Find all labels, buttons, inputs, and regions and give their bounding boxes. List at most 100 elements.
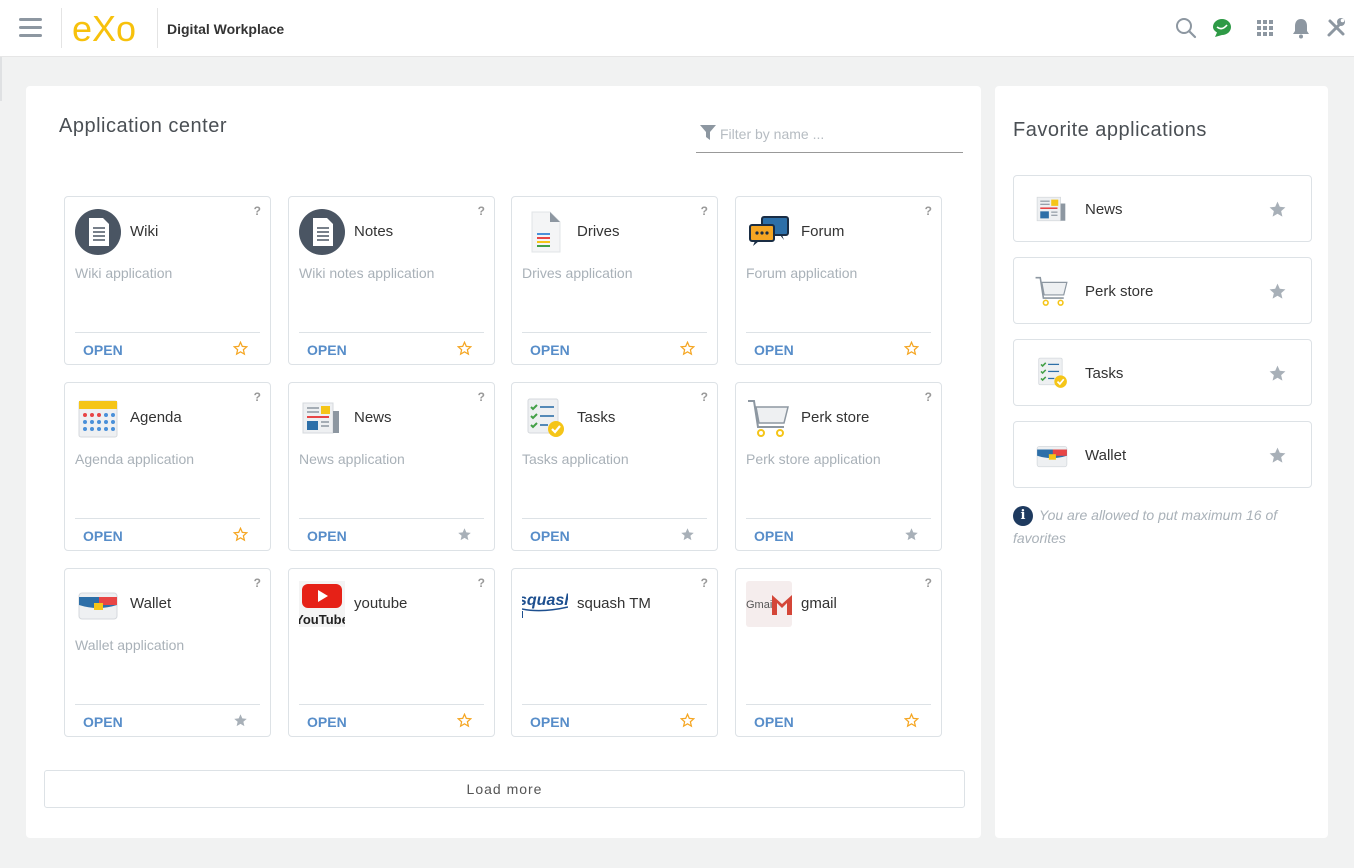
notes-icon (299, 209, 345, 255)
side-drawer-handle[interactable] (0, 57, 2, 101)
top-navigation-bar: eXo Digital Workplace (0, 0, 1354, 57)
help-icon[interactable]: ? (701, 204, 708, 218)
app-name[interactable]: Perk store (801, 409, 869, 426)
perk-store-icon (1035, 276, 1068, 306)
filter-input[interactable] (720, 122, 960, 146)
help-icon[interactable]: ? (254, 390, 261, 404)
app-description: Perk store application (746, 451, 881, 467)
help-icon[interactable]: ? (254, 204, 261, 218)
favorites-limit-text: You are allowed to put maximum 16 of fav… (1013, 507, 1278, 546)
load-more-button[interactable]: Load more (44, 770, 965, 808)
favorite-name: Perk store (1085, 283, 1154, 300)
star-outline-icon[interactable] (680, 341, 695, 356)
app-card-wallet: ? Wallet Wallet application OPEN (64, 568, 271, 737)
admin-tools-icon[interactable] (1325, 17, 1347, 39)
favorite-item-tasks[interactable]: Tasks (1013, 339, 1312, 406)
star-outline-icon[interactable] (233, 527, 248, 542)
card-divider (75, 332, 260, 333)
star-outline-icon[interactable] (233, 341, 248, 356)
app-name[interactable]: gmail (801, 595, 837, 612)
star-filled-icon[interactable] (680, 527, 695, 542)
help-icon[interactable]: ? (925, 576, 932, 590)
youtube-icon: YouTube (299, 581, 345, 627)
star-filled-icon[interactable] (1268, 446, 1287, 465)
favorite-applications-panel: Favorite applications News Perk store Ta… (995, 86, 1328, 838)
app-name[interactable]: Tasks (577, 409, 615, 426)
open-app-button[interactable]: OPEN (530, 528, 570, 544)
star-outline-icon[interactable] (457, 713, 472, 728)
help-icon[interactable]: ? (478, 390, 485, 404)
star-filled-icon[interactable] (904, 527, 919, 542)
app-description: Drives application (522, 265, 633, 281)
open-app-button[interactable]: OPEN (754, 342, 794, 358)
open-app-button[interactable]: OPEN (83, 528, 123, 544)
star-outline-icon[interactable] (457, 341, 472, 356)
open-app-button[interactable]: OPEN (307, 714, 347, 730)
filter-field[interactable] (696, 122, 963, 153)
apps-grid-icon[interactable] (1254, 17, 1276, 39)
favorite-item-wallet[interactable]: Wallet (1013, 421, 1312, 488)
help-icon[interactable]: ? (701, 576, 708, 590)
wallet-icon (1036, 446, 1068, 468)
brand-name[interactable]: Digital Workplace (167, 21, 284, 37)
header-divider (61, 8, 62, 48)
open-app-button[interactable]: OPEN (307, 528, 347, 544)
star-filled-icon[interactable] (457, 527, 472, 542)
help-icon[interactable]: ? (478, 576, 485, 590)
card-divider (522, 704, 707, 705)
star-filled-icon[interactable] (233, 713, 248, 728)
app-description: Tasks application (522, 451, 629, 467)
star-filled-icon[interactable] (1268, 364, 1287, 383)
news-icon (302, 402, 339, 434)
header-divider (157, 8, 158, 48)
open-app-button[interactable]: OPEN (530, 342, 570, 358)
app-name[interactable]: News (354, 409, 392, 426)
perk-store-icon (748, 400, 789, 437)
svg-text:Gmail: Gmail (746, 599, 775, 611)
notifications-bell-icon[interactable] (1290, 17, 1312, 39)
card-divider (522, 518, 707, 519)
card-divider (746, 518, 931, 519)
favorite-item-perk-store[interactable]: Perk store (1013, 257, 1312, 324)
card-divider (75, 518, 260, 519)
search-icon[interactable] (1175, 17, 1197, 39)
favorites-limit-note: i You are allowed to put maximum 16 of fa… (1013, 504, 1303, 550)
hamburger-menu-icon[interactable] (19, 18, 42, 38)
app-name[interactable]: Wiki (130, 223, 158, 240)
app-name[interactable]: youtube (354, 595, 407, 612)
app-description: Agenda application (75, 451, 195, 467)
app-name[interactable]: Agenda (130, 409, 182, 426)
help-icon[interactable]: ? (925, 390, 932, 404)
open-app-button[interactable]: OPEN (754, 528, 794, 544)
open-app-button[interactable]: OPEN (307, 342, 347, 358)
open-app-button[interactable]: OPEN (83, 714, 123, 730)
open-app-button[interactable]: OPEN (530, 714, 570, 730)
favorite-item-news[interactable]: News (1013, 175, 1312, 242)
star-outline-icon[interactable] (904, 713, 919, 728)
favorites-title: Favorite applications (1013, 119, 1207, 141)
open-app-button[interactable]: OPEN (83, 342, 123, 358)
app-name[interactable]: Forum (801, 223, 844, 240)
svg-text:YouTube: YouTube (299, 612, 345, 627)
svg-text:squash: squash (522, 592, 568, 609)
drives-icon (531, 211, 561, 253)
star-filled-icon[interactable] (1268, 282, 1287, 301)
star-filled-icon[interactable] (1268, 200, 1287, 219)
open-app-button[interactable]: OPEN (754, 714, 794, 730)
app-name[interactable]: squash TM (577, 595, 651, 612)
app-name[interactable]: Notes (354, 223, 393, 240)
app-name[interactable]: Wallet (130, 595, 171, 612)
help-icon[interactable]: ? (254, 576, 261, 590)
exo-logo[interactable]: eXo (72, 10, 150, 46)
help-icon[interactable]: ? (701, 390, 708, 404)
help-icon[interactable]: ? (925, 204, 932, 218)
app-description: News application (299, 451, 405, 467)
app-name[interactable]: Drives (577, 223, 620, 240)
app-description: Wallet application (75, 637, 185, 653)
star-outline-icon[interactable] (680, 713, 695, 728)
help-icon[interactable]: ? (478, 204, 485, 218)
tasks-icon (527, 398, 564, 437)
favorite-name: Wallet (1085, 447, 1127, 464)
star-outline-icon[interactable] (904, 341, 919, 356)
chat-icon[interactable] (1211, 17, 1233, 39)
